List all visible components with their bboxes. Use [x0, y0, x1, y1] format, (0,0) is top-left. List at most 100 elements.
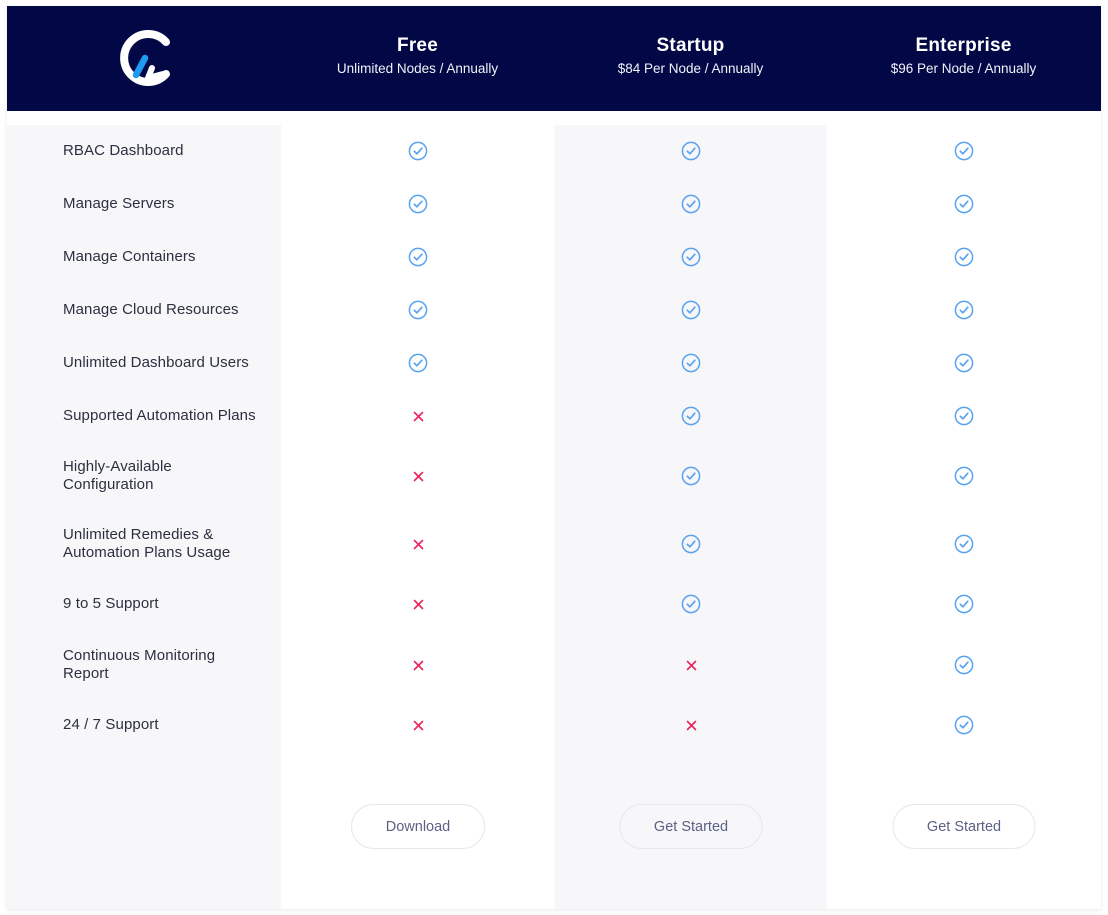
feature-label: 9 to 5 Support	[63, 595, 159, 612]
cross-icon	[686, 660, 696, 670]
feature-label: Highly-Available Configuration	[63, 458, 172, 493]
free-feature-cell	[281, 128, 555, 174]
cross-icon	[413, 660, 423, 670]
feature-label: Manage Containers	[63, 248, 196, 265]
enterprise-plan-column: Get Started	[827, 125, 1101, 909]
download-button[interactable]: Download	[351, 804, 485, 849]
plan-header-enterprise: Enterprise $96 Per Node / Annually	[827, 6, 1100, 111]
feature-row: Highly-Available Configuration	[7, 453, 281, 499]
feature-row: Manage Cloud Resources	[7, 287, 281, 333]
check-circle-icon	[954, 655, 974, 675]
enterprise-feature-cell	[827, 642, 1101, 688]
startup-feature-cell	[555, 581, 827, 627]
check-circle-icon	[408, 300, 428, 320]
startup-feature-cell	[555, 234, 827, 280]
check-circle-icon	[954, 194, 974, 214]
enterprise-get-started-button[interactable]: Get Started	[892, 804, 1036, 849]
brand-logo-c-icon	[120, 29, 170, 86]
plan-price: $96 Per Node / Annually	[890, 61, 1037, 76]
startup-get-started-button[interactable]: Get Started	[619, 804, 763, 849]
enterprise-feature-cell	[827, 581, 1101, 627]
feature-label: Supported Automation Plans	[63, 407, 256, 424]
check-circle-icon	[681, 534, 701, 554]
feature-label: Continuous Monitoring Report	[63, 647, 216, 682]
check-circle-icon	[681, 466, 701, 486]
check-circle-icon	[954, 715, 974, 735]
free-feature-cell	[281, 453, 555, 499]
check-circle-icon	[681, 594, 701, 614]
plan-header-free: Free Unlimited Nodes / Annually	[281, 6, 554, 111]
check-circle-icon	[954, 300, 974, 320]
check-circle-icon	[408, 194, 428, 214]
startup-feature-cell	[555, 642, 827, 688]
startup-feature-cell	[555, 287, 827, 333]
cross-icon	[686, 720, 696, 730]
enterprise-feature-cell	[827, 181, 1101, 227]
startup-feature-cell	[555, 128, 827, 174]
startup-plan-column: Get Started	[555, 125, 827, 909]
feature-row: Manage Containers	[7, 234, 281, 280]
pricing-header: Free Unlimited Nodes / Annually Startup …	[7, 6, 1101, 111]
feature-label: RBAC Dashboard	[63, 142, 184, 159]
startup-feature-cell	[555, 181, 827, 227]
feature-label: Unlimited Remedies & Automation Plans Us…	[63, 526, 231, 561]
free-feature-cell	[281, 393, 555, 439]
check-circle-icon	[681, 194, 701, 214]
free-feature-cell	[281, 702, 555, 748]
free-feature-cell	[281, 521, 555, 567]
startup-feature-cell	[555, 453, 827, 499]
cross-icon	[413, 471, 423, 481]
free-feature-cell	[281, 340, 555, 386]
feature-label: Unlimited Dashboard Users	[63, 354, 249, 371]
plan-name: Enterprise	[915, 35, 1012, 56]
free-feature-cell	[281, 642, 555, 688]
check-circle-icon	[954, 594, 974, 614]
free-feature-cell	[281, 181, 555, 227]
check-circle-icon	[408, 247, 428, 267]
check-circle-icon	[681, 353, 701, 373]
enterprise-feature-cell	[827, 128, 1101, 174]
enterprise-feature-cell	[827, 234, 1101, 280]
feature-row: Supported Automation Plans	[7, 393, 281, 439]
plan-price: $84 Per Node / Annually	[617, 61, 764, 76]
startup-feature-cell	[555, 702, 827, 748]
enterprise-feature-cell	[827, 521, 1101, 567]
cross-icon	[413, 539, 423, 549]
feature-row: 9 to 5 Support	[7, 581, 281, 627]
plan-name: Free	[397, 35, 438, 56]
check-circle-icon	[681, 406, 701, 426]
cross-icon	[413, 720, 423, 730]
cross-icon	[413, 411, 423, 421]
plan-header-startup: Startup $84 Per Node / Annually	[554, 6, 827, 111]
pricing-table: Free Unlimited Nodes / Annually Startup …	[7, 6, 1101, 909]
pricing-body: RBAC Dashboard Manage Servers Manage Conta…	[7, 125, 1101, 909]
check-circle-icon	[408, 141, 428, 161]
check-circle-icon	[681, 300, 701, 320]
free-feature-cell	[281, 234, 555, 280]
feature-label: Manage Servers	[63, 195, 175, 212]
feature-row: Unlimited Remedies & Automation Plans Us…	[7, 521, 281, 567]
enterprise-feature-cell	[827, 702, 1101, 748]
check-circle-icon	[954, 406, 974, 426]
check-circle-icon	[954, 353, 974, 373]
check-circle-icon	[954, 466, 974, 486]
free-feature-cell	[281, 581, 555, 627]
enterprise-feature-cell	[827, 287, 1101, 333]
check-circle-icon	[954, 141, 974, 161]
check-circle-icon	[681, 141, 701, 161]
plan-price: Unlimited Nodes / Annually	[336, 61, 499, 76]
feature-label: 24 / 7 Support	[63, 716, 159, 733]
free-plan-column: Download	[281, 125, 555, 909]
enterprise-feature-cell	[827, 340, 1101, 386]
logo-cell	[7, 6, 281, 111]
feature-label: Manage Cloud Resources	[63, 301, 239, 318]
feature-row: Manage Servers	[7, 181, 281, 227]
startup-feature-cell	[555, 340, 827, 386]
enterprise-feature-cell	[827, 453, 1101, 499]
startup-feature-cell	[555, 393, 827, 439]
feature-row: 24 / 7 Support	[7, 702, 281, 748]
startup-feature-cell	[555, 521, 827, 567]
check-circle-icon	[954, 534, 974, 554]
free-feature-cell	[281, 287, 555, 333]
feature-row: RBAC Dashboard	[7, 128, 281, 174]
